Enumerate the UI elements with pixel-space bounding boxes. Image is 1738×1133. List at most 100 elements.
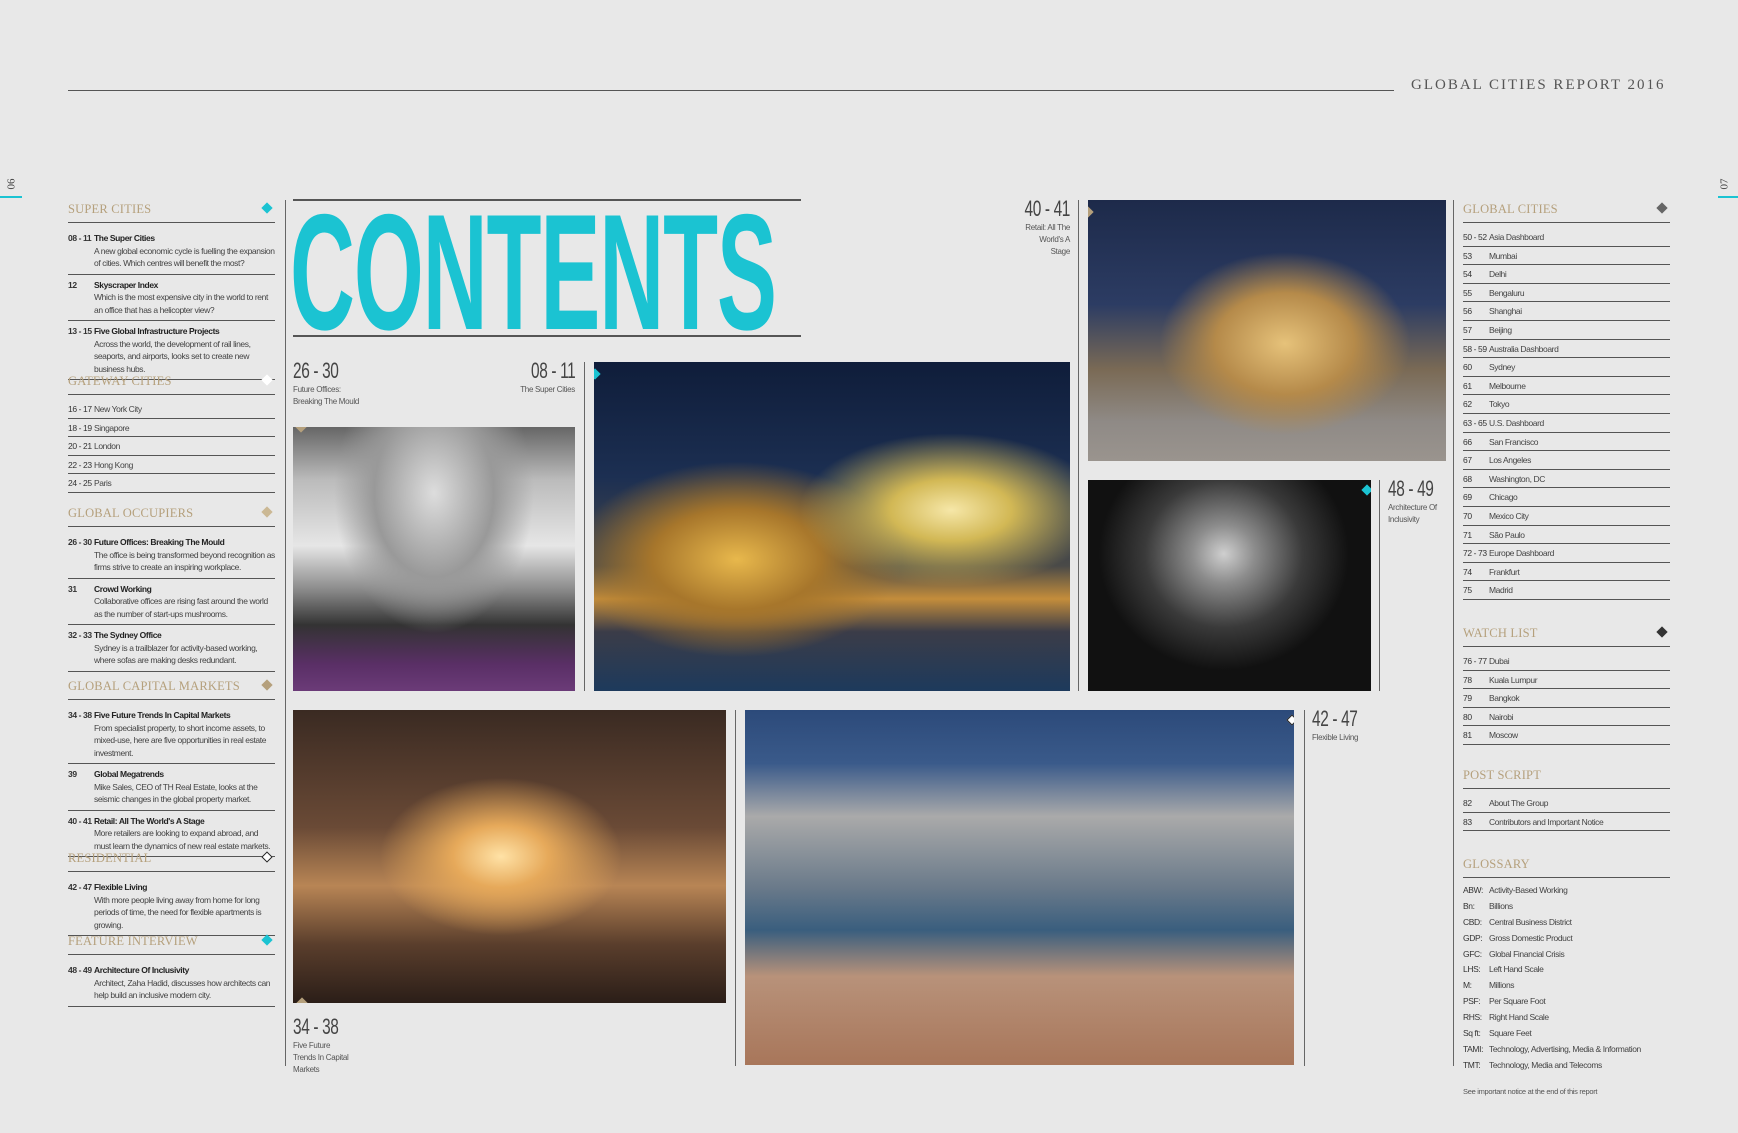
section-heading-text: Gateway Cities (68, 374, 172, 388)
entry-title: Bengaluru (1489, 287, 1525, 298)
contents-row[interactable]: 80 Nairobi (1463, 708, 1670, 727)
entry-title: Dubai (1489, 656, 1510, 666)
contents-row[interactable]: 76 - 77 Dubai (1463, 652, 1670, 671)
contents-entry[interactable]: 26 - 30 Future Offices: Breaking The Moul… (68, 532, 275, 579)
contents-row[interactable]: 82 About The Group (1463, 794, 1670, 813)
contents-row[interactable]: 57 Beijing (1463, 321, 1670, 340)
entry-title: Europe Dashboard (1489, 548, 1554, 559)
diamond-icon (1656, 626, 1668, 638)
entry-pages: 42 - 47 (68, 882, 92, 892)
contents-row[interactable]: 70 Mexico City (1463, 507, 1670, 526)
entry-pages: 71 (1463, 529, 1472, 540)
contents-row[interactable]: 20 - 21 London (68, 437, 275, 456)
feature-label[interactable]: 08 - 11 The Super Cities (475, 358, 575, 396)
entry-title: Hong Kong (94, 459, 133, 470)
diamond-icon (261, 934, 273, 946)
shanghai-bund-photo[interactable] (594, 362, 1070, 691)
contents-entry[interactable]: 12 Skyscraper Index Which is the most expe… (68, 275, 275, 321)
contents-row[interactable]: 61 Melbourne (1463, 377, 1670, 396)
glossary-abbr: TAMI: (1463, 1043, 1484, 1054)
feature-label[interactable]: 34 - 38 Five Future Trends In Capital Ma… (293, 1014, 358, 1076)
contents-row[interactable]: 54 Delhi (1463, 265, 1670, 284)
feature-label[interactable]: 40 - 41 Retail: All The World's A Stage (970, 196, 1071, 258)
contents-row[interactable]: 66 San Francisco (1463, 433, 1670, 452)
entry-pages: 53 (1463, 250, 1472, 261)
entry-title: Los Angeles (1489, 455, 1531, 466)
bulgari-store-photo[interactable] (1088, 200, 1446, 461)
city-street-sunset-photo[interactable] (293, 710, 726, 1003)
zaha-hadid-portrait[interactable] (1088, 480, 1371, 691)
contents-row[interactable]: 78 Kuala Lumpur (1463, 671, 1670, 690)
entry-pages: 74 (1463, 566, 1472, 577)
entry-pages: 70 (1463, 510, 1472, 521)
contents-entry[interactable]: 34 - 38 Five Future Trends In Capital Mar… (68, 705, 275, 764)
contents-row[interactable]: 58 - 59 Australia Dashboard (1463, 340, 1670, 359)
section-heading-text: Super Cities (68, 202, 152, 216)
contents-row[interactable]: 74 Frankfurt (1463, 563, 1670, 582)
contents-row[interactable]: 62 Tokyo (1463, 395, 1670, 414)
entry-title: Chicago (1489, 492, 1518, 503)
contents-row[interactable]: 55 Bengaluru (1463, 284, 1670, 303)
entry-pages: 76 - 77 (1463, 656, 1487, 666)
feature-label[interactable]: 42 - 47 Flexible Living (1312, 706, 1382, 744)
glossary-abbr: TMT: (1463, 1059, 1481, 1070)
contents-row[interactable]: 81 Moscow (1463, 726, 1670, 745)
entry-title: Crowd Working (94, 583, 152, 594)
contents-row[interactable]: 68 Washington, DC (1463, 470, 1670, 489)
entry-title: Singapore (94, 422, 130, 433)
contents-section: Gateway Cities 16 - 17 New York City 18 - 1… (68, 370, 275, 493)
entry-title: The Sydney Office (94, 630, 162, 640)
contents-row[interactable]: 24 - 25 Paris (68, 474, 275, 493)
feature-caption: Retail: All The World's A Stage (1025, 223, 1070, 256)
entry-title: Frankfurt (1489, 566, 1520, 577)
page-number-right: 07 (1718, 178, 1731, 190)
contents-row[interactable]: 50 - 52 Asia Dashboard (1463, 228, 1670, 247)
entry-title: Asia Dashboard (1489, 232, 1544, 242)
contents-row[interactable]: 60 Sydney (1463, 358, 1670, 377)
contents-row[interactable]: 56 Shanghai (1463, 302, 1670, 321)
singapore-skyline-photo[interactable] (745, 710, 1294, 1065)
feature-label[interactable]: 26 - 30 Future Offices: Breaking The Mou… (293, 358, 363, 408)
diamond-marker (1088, 206, 1094, 218)
diamond-icon (1656, 202, 1668, 214)
glossary-abbr: PSF: (1463, 996, 1481, 1007)
entry-pages: 62 (1463, 399, 1472, 410)
contents-row[interactable]: 72 - 73 Europe Dashboard (1463, 544, 1670, 563)
section-heading-text: Watch List (1463, 626, 1538, 640)
contents-row[interactable]: 69 Chicago (1463, 488, 1670, 507)
contents-row[interactable]: 75 Madrid (1463, 581, 1670, 600)
contents-row[interactable]: 16 - 17 New York City (68, 400, 275, 419)
diamond-marker (295, 427, 307, 433)
glossary-abbr: RHS: (1463, 1012, 1482, 1023)
contents-row[interactable]: 63 - 65 U.S. Dashboard (1463, 414, 1670, 433)
entry-title: Delhi (1489, 269, 1507, 280)
contents-entry[interactable]: 32 - 33 The Sydney Office Sydney is a trai… (68, 625, 275, 672)
contents-row[interactable]: 67 Los Angeles (1463, 451, 1670, 470)
contents-section: Global Cities 50 - 52 Asia Dashboard 53 Mumb… (1463, 198, 1670, 600)
contents-entry[interactable]: 48 - 49 Architecture Of Inclusivity Archit… (68, 960, 275, 1007)
entry-pages: 22 - 23 (68, 459, 92, 470)
feature-caption: The Super Cities (520, 385, 575, 394)
glossary-abbr: M: (1463, 980, 1472, 991)
contents-row[interactable]: 71 São Paulo (1463, 526, 1670, 545)
contents-entry[interactable]: 39 Global Megatrends Mike Sales, CEO of TH… (68, 764, 275, 811)
entry-title: U.S. Dashboard (1489, 417, 1544, 428)
glossary-definition: Right Hand Scale (1489, 1012, 1549, 1023)
feature-pages: 48 - 49 (1388, 476, 1434, 501)
contents-row[interactable]: 83 Contributors and Important Notice (1463, 813, 1670, 832)
office-photo[interactable] (293, 427, 575, 691)
diamond-icon (261, 851, 273, 863)
glossary-definition: Square Feet (1489, 1028, 1532, 1039)
contents-row[interactable]: 79 Bangkok (1463, 689, 1670, 708)
contents-row[interactable]: 53 Mumbai (1463, 247, 1670, 266)
diamond-marker (296, 997, 308, 1003)
feature-label[interactable]: 48 - 49 Architecture Of Inclusivity (1388, 476, 1453, 526)
contents-row[interactable]: 18 - 19 Singapore (68, 419, 275, 438)
section-heading: Super Cities (68, 198, 275, 223)
contents-row[interactable]: 22 - 23 Hong Kong (68, 456, 275, 475)
entry-title: Madrid (1489, 585, 1513, 596)
contents-entry[interactable]: 31 Crowd Working Collaborative offices are… (68, 579, 275, 625)
contents-entry[interactable]: 42 - 47 Flexible Living With more people l… (68, 877, 275, 936)
contents-entry[interactable]: 08 - 11 The Super Cities A new global econ… (68, 228, 275, 275)
glossary-definition: Left Hand Scale (1489, 964, 1544, 975)
